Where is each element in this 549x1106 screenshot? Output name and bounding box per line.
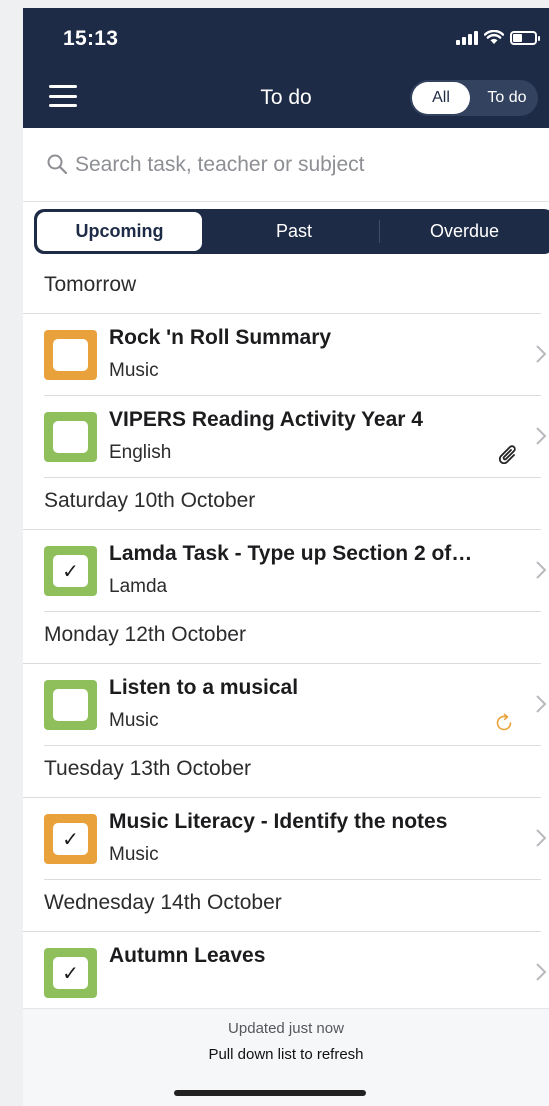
nav-header: 15:13 To do All To do — [23, 8, 549, 128]
task-title: Rock 'n Roll Summary — [109, 326, 332, 349]
checkmark-icon: ✓ — [53, 823, 88, 855]
chevron-right-icon — [536, 695, 547, 713]
task-row[interactable]: ✓ Autumn Leaves — [44, 932, 547, 1014]
tab-upcoming[interactable]: Upcoming — [37, 212, 202, 251]
task-subject: Music — [109, 360, 159, 381]
date-header: Saturday 10th October — [23, 478, 541, 530]
signal-icon — [456, 30, 478, 45]
task-checkbox[interactable]: ✓ — [44, 814, 97, 864]
home-indicator[interactable] — [174, 1090, 366, 1096]
task-list: Tomorrow Rock 'n Roll Summary Music VIPE… — [23, 262, 549, 1014]
task-title: Listen to a musical — [109, 676, 299, 699]
last-updated-text: Updated just now — [228, 1020, 344, 1037]
filter-option-all[interactable]: All — [412, 82, 470, 114]
date-header: Tuesday 13th October — [23, 746, 541, 798]
chevron-right-icon — [536, 963, 547, 981]
task-row[interactable]: VIPERS Reading Activity Year 4 English — [44, 396, 547, 478]
task-row[interactable]: Rock 'n Roll Summary Music — [44, 314, 547, 396]
search-bar — [23, 128, 549, 202]
battery-icon — [510, 30, 540, 45]
chevron-right-icon — [536, 427, 547, 445]
task-checkbox[interactable] — [44, 330, 97, 380]
app-screen: 15:13 To do All To do Upcoming Past — [23, 8, 549, 1106]
task-subject: Lamda — [109, 576, 168, 597]
search-icon — [47, 154, 67, 174]
date-header: Wednesday 14th October — [23, 880, 541, 932]
paperclip-icon — [498, 445, 516, 464]
task-checkbox[interactable] — [44, 680, 97, 730]
task-subject: English — [109, 442, 172, 463]
task-title: Lamda Task - Type up Section 2 of… — [109, 542, 473, 565]
wifi-icon — [484, 30, 504, 44]
task-row[interactable]: ✓ Music Literacy - Identify the notes Mu… — [44, 798, 547, 880]
task-row[interactable]: Listen to a musical Music — [44, 664, 547, 746]
repeat-icon — [496, 713, 512, 731]
task-title: VIPERS Reading Activity Year 4 — [109, 408, 423, 431]
task-row[interactable]: ✓ Lamda Task - Type up Section 2 of… Lam… — [44, 530, 547, 612]
chevron-right-icon — [536, 829, 547, 847]
date-header: Monday 12th October — [23, 612, 541, 664]
status-icons — [456, 30, 540, 45]
tab-past[interactable]: Past — [209, 209, 379, 254]
filter-option-todo[interactable]: To do — [476, 80, 538, 116]
tab-overdue[interactable]: Overdue — [379, 220, 549, 243]
task-title: Music Literacy - Identify the notes — [109, 810, 448, 833]
chevron-right-icon — [536, 345, 547, 363]
task-checkbox[interactable] — [44, 412, 97, 462]
pull-to-refresh-hint: Pull down list to refresh — [208, 1046, 364, 1063]
task-subject: Music — [109, 844, 159, 865]
date-header: Tomorrow — [23, 262, 541, 314]
checkmark-icon: ✓ — [53, 555, 88, 587]
date-range-tabs: Upcoming Past Overdue — [34, 209, 549, 254]
task-subject: Music — [109, 710, 159, 731]
filter-toggle: All To do — [410, 80, 538, 116]
chevron-right-icon — [536, 561, 547, 579]
search-input[interactable] — [75, 146, 515, 184]
task-title: Autumn Leaves — [109, 944, 266, 967]
task-checkbox[interactable]: ✓ — [44, 948, 97, 998]
checkmark-icon: ✓ — [53, 957, 88, 989]
status-time: 15:13 — [63, 27, 119, 50]
task-checkbox[interactable]: ✓ — [44, 546, 97, 596]
